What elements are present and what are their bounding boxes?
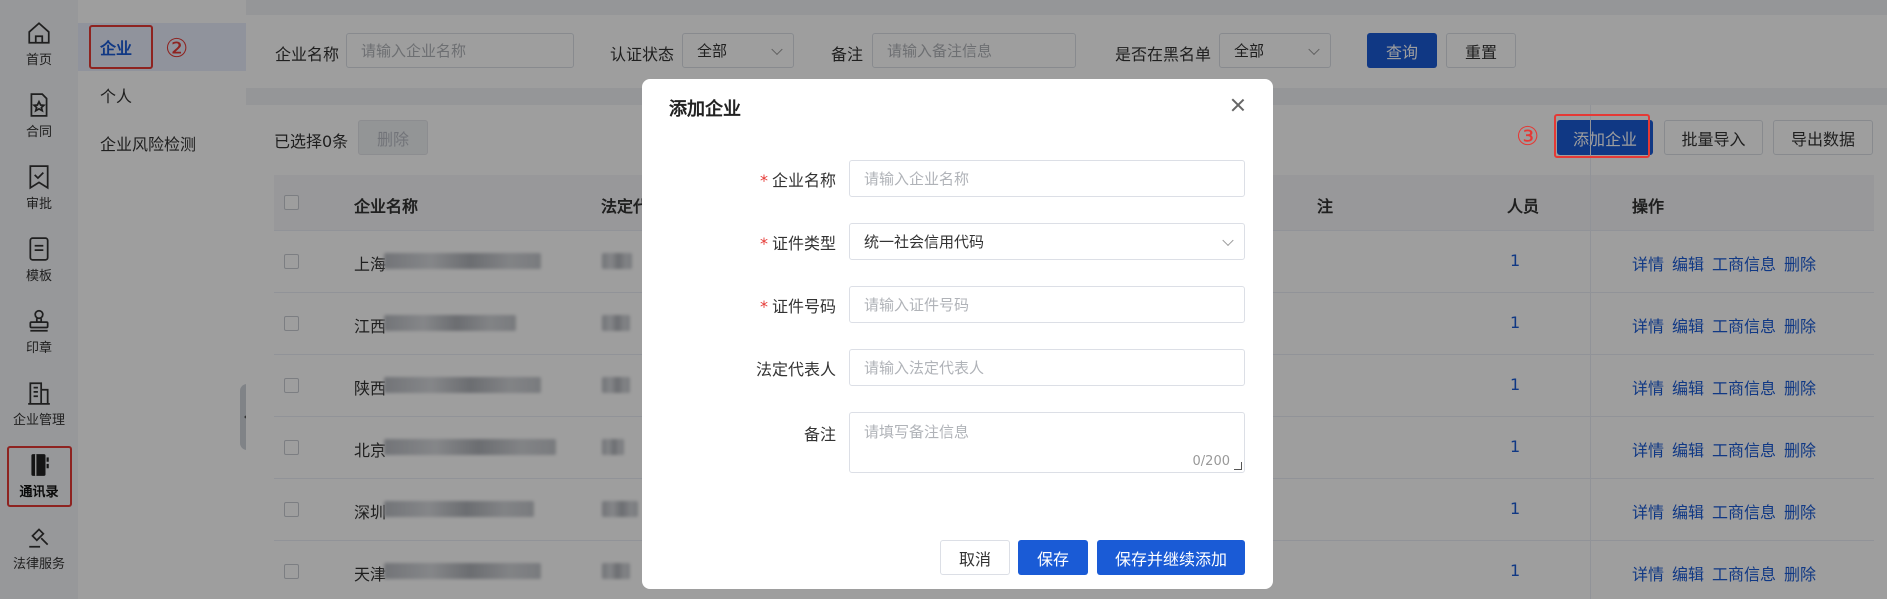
legal-rep-label: 法定代表人	[755, 360, 836, 379]
remark-textarea[interactable]: 请填写备注信息 0/200	[849, 412, 1245, 473]
enterprise-name-label-text: 企业名称	[771, 171, 836, 190]
enterprise-name-input[interactable]: 请输入企业名称	[849, 160, 1245, 197]
remark-placeholder: 请填写备注信息	[864, 423, 970, 441]
cert-type-select[interactable]: 统一社会信用代码	[849, 223, 1245, 260]
cert-number-input[interactable]: 请输入证件号码	[849, 286, 1245, 323]
cert-number-label-text: 证件号码	[771, 297, 836, 316]
required-mark: *	[759, 171, 768, 190]
dialog-title: 添加企业	[669, 99, 741, 120]
add-enterprise-dialog: 添加企业 * 企业名称 请输入企业名称 * 证件类型 统一社会信用代码 * 证件号码 …	[642, 79, 1273, 589]
enterprise-name-placeholder: 请输入企业名称	[864, 170, 970, 188]
close-icon[interactable]	[1229, 96, 1247, 114]
annotation-box-add-enterprise	[1554, 114, 1650, 158]
enterprise-name-label: * 企业名称	[760, 167, 836, 191]
required-mark: *	[759, 297, 768, 316]
cert-type-label: * 证件类型	[760, 230, 836, 254]
cert-type-value: 统一社会信用代码	[864, 233, 985, 251]
cert-number-label: * 证件号码	[760, 293, 836, 317]
save-button[interactable]: 保存	[1018, 540, 1088, 575]
cert-type-label-text: 证件类型	[771, 234, 836, 253]
legal-rep-input[interactable]: 请输入法定代表人	[849, 349, 1245, 386]
cancel-button[interactable]: 取消	[940, 540, 1010, 575]
cert-number-placeholder: 请输入证件号码	[864, 296, 970, 314]
remark-char-counter: 0/200	[1192, 454, 1230, 469]
required-mark: *	[759, 234, 768, 253]
chevron-down-icon	[1222, 234, 1234, 246]
save-and-continue-button[interactable]: 保存并继续添加	[1097, 540, 1245, 575]
annotation-three: ③	[1516, 122, 1540, 152]
remark-label: 备注	[803, 425, 836, 444]
resize-handle-icon[interactable]	[1234, 462, 1242, 470]
legal-rep-placeholder: 请输入法定代表人	[864, 359, 985, 377]
